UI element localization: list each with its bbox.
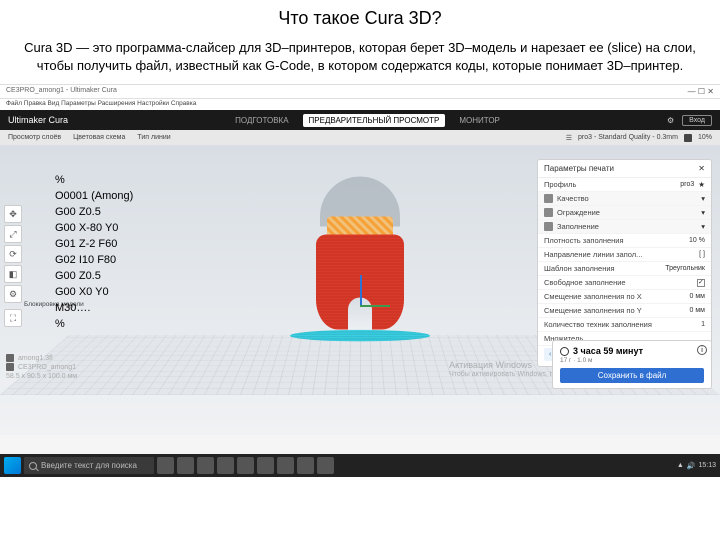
start-button[interactable] xyxy=(4,457,21,474)
save-button[interactable]: Сохранить в файл xyxy=(560,368,704,383)
task-icon[interactable] xyxy=(237,457,254,474)
dropdown-icon[interactable]: ☰ xyxy=(566,134,572,142)
profile-label: Профиль xyxy=(544,180,676,189)
panel-title: Параметры печати xyxy=(544,164,614,173)
taskbar-search[interactable]: Введите текст для поиска xyxy=(24,457,154,474)
tab-prepare[interactable]: ПОДГОТОВКА xyxy=(229,116,294,125)
density-input[interactable]: 10 % xyxy=(689,237,705,244)
window-titlebar: CE3PRO_among1 - Ultimaker Cura — ☐ ✕ xyxy=(0,85,720,99)
task-icon[interactable] xyxy=(297,457,314,474)
star-icon: ★ xyxy=(698,180,705,189)
windows-taskbar: Введите текст для поиска ▲🔊15:13 xyxy=(0,454,720,477)
checkbox[interactable] xyxy=(697,279,705,287)
page-title: Что такое Cura 3D? xyxy=(0,0,720,33)
view-mode[interactable]: Просмотр слоёв xyxy=(8,134,61,141)
task-icon[interactable] xyxy=(197,457,214,474)
file-info: among1.3fl CE3PRO_among1 58.5 x 90.5 x 1… xyxy=(6,354,77,381)
line-type[interactable]: Тип линии xyxy=(137,134,170,141)
printer-profile[interactable]: pro3 - Standard Quality - 0.3mm xyxy=(578,134,678,141)
gcode-overlay: % O0001 (Among) G00 Z0.5 G00 X-80 Y0 G01… xyxy=(55,173,133,332)
profile-value[interactable]: pro3 xyxy=(680,181,694,188)
viewport-3d[interactable]: ✥ ⤢ ⟳ ◧ ⚙ ⛶ Блокировка модели % O0001 (A… xyxy=(0,145,720,435)
system-tray[interactable]: ▲🔊15:13 xyxy=(677,462,716,470)
task-icon[interactable] xyxy=(317,457,334,474)
menu-bar[interactable]: Файл Правка Вид Параметры Расширения Нас… xyxy=(0,99,720,110)
signin-button[interactable]: Вход xyxy=(682,115,712,126)
color-scheme[interactable]: Цветовая схема xyxy=(73,134,125,141)
marketplace-icon[interactable]: ⚙ xyxy=(667,116,674,125)
model-preview[interactable] xyxy=(290,177,430,346)
tool-rotate[interactable]: ⟳ xyxy=(4,245,22,263)
infill-icon xyxy=(544,222,553,231)
tab-preview[interactable]: ПРЕДВАРИТЕЛЬНЫЙ ПРОСМОТР xyxy=(303,114,446,127)
print-settings-panel: Параметры печати ✕ Профиль pro3 ★ Качест… xyxy=(537,159,712,367)
clock-icon xyxy=(560,347,569,356)
window-controls[interactable]: — ☐ ✕ xyxy=(688,87,714,96)
wall-icon xyxy=(544,208,553,217)
window-title: CE3PRO_among1 - Ultimaker Cura xyxy=(6,87,117,96)
tool-settings[interactable]: ⚙ xyxy=(4,285,22,303)
info-icon[interactable]: i xyxy=(697,345,707,355)
task-icon[interactable] xyxy=(157,457,174,474)
search-icon xyxy=(29,462,37,470)
side-toolbar: ✥ ⤢ ⟳ ◧ ⚙ ⛶ xyxy=(4,205,22,327)
quality-icon xyxy=(544,194,553,203)
model-raft xyxy=(288,330,432,341)
task-icon[interactable] xyxy=(277,457,294,474)
eye-icon xyxy=(6,363,14,371)
close-icon[interactable]: ✕ xyxy=(698,164,705,173)
axis-x xyxy=(360,305,390,307)
brand: Ultimaker Cura xyxy=(8,115,68,125)
task-icon[interactable] xyxy=(217,457,234,474)
page-description: Cura 3D — это программа-слайсер для 3D–п… xyxy=(0,33,720,84)
folder-icon[interactable] xyxy=(684,134,692,142)
app-topbar: Ultimaker Cura ПОДГОТОВКА ПРЕДВАРИТЕЛЬНЫ… xyxy=(0,110,720,130)
cura-screenshot: CE3PRO_among1 - Ultimaker Cura — ☐ ✕ Фай… xyxy=(0,84,720,477)
infill-pct: 10% xyxy=(698,134,712,141)
task-icon[interactable] xyxy=(257,457,274,474)
task-icon[interactable] xyxy=(177,457,194,474)
tool-scale[interactable]: ⤢ xyxy=(4,225,22,243)
tab-monitor[interactable]: МОНИТОР xyxy=(453,116,506,125)
tool-mirror[interactable]: ◧ xyxy=(4,265,22,283)
tool-lock[interactable]: ⛶ xyxy=(4,309,22,327)
file-icon xyxy=(6,354,14,362)
save-panel: i 3 часа 59 минут 17 г · 1.0 м Сохранить… xyxy=(552,340,712,389)
sub-toolbar: Просмотр слоёв Цветовая схема Тип линии … xyxy=(0,130,720,145)
tool-move[interactable]: ✥ xyxy=(4,205,22,223)
axis-z xyxy=(360,275,362,305)
